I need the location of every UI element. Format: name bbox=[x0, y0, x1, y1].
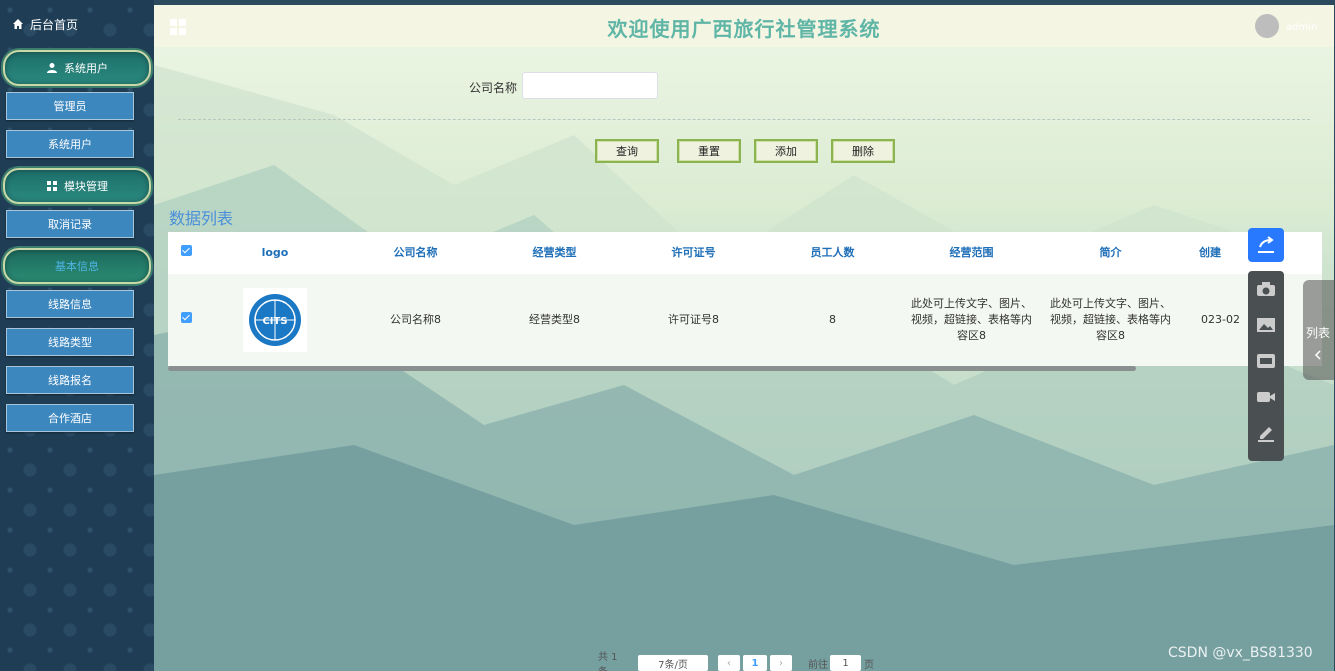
query-button[interactable]: 查询 bbox=[595, 139, 659, 163]
divider bbox=[178, 119, 1310, 120]
sidebar-item-route-signup[interactable]: 线路报名 bbox=[6, 366, 134, 394]
screenshot-toolbar bbox=[1248, 271, 1284, 461]
video-camera-icon bbox=[1257, 392, 1275, 402]
intro-cell: 此处可上传文字、图片、视频，超链接、表格等内容区8 bbox=[1050, 297, 1171, 342]
sidebar-item-system-users[interactable]: 系统用户 bbox=[6, 130, 134, 158]
menu-group-system-users[interactable]: 系统用户 bbox=[3, 50, 151, 86]
sidebar-item-partner-hotels[interactable]: 合作酒店 bbox=[6, 404, 134, 432]
share-button[interactable] bbox=[1248, 228, 1284, 262]
data-table: logo 公司名称 经营类型 许可证号 员工人数 经营范围 简介 创建 作 CI… bbox=[168, 232, 1322, 371]
created-cell: 023-02 bbox=[1201, 313, 1240, 326]
type-cell: 经营类型8 bbox=[529, 313, 580, 326]
col-header-scope: 经营范围 bbox=[949, 246, 994, 259]
staff-cell: 8 bbox=[829, 313, 836, 326]
col-header-created: 创建 bbox=[1199, 246, 1221, 259]
avatar[interactable] bbox=[1255, 14, 1279, 38]
page-title: 欢迎使用广西旅行社管理系统 bbox=[607, 17, 881, 41]
username[interactable]: admin bbox=[1286, 22, 1317, 33]
col-header-logo: logo bbox=[261, 246, 289, 259]
image-tool[interactable] bbox=[1248, 307, 1284, 343]
list-title: 数据列表 bbox=[169, 209, 234, 228]
goto-label: 前往 bbox=[808, 659, 828, 671]
menu-group-module-management[interactable]: 模块管理 bbox=[3, 168, 151, 204]
col-header-type: 经营类型 bbox=[532, 246, 577, 259]
sidebar-item-route-type[interactable]: 线路类型 bbox=[6, 328, 134, 356]
reset-button[interactable]: 重置 bbox=[677, 139, 741, 163]
pagination: 共 1 条 7条/页 ‹ 1 › 前往 1 页 bbox=[154, 652, 1334, 671]
user-icon bbox=[47, 63, 57, 73]
company-cell: 公司名称8 bbox=[390, 313, 441, 326]
select-all-cell bbox=[168, 245, 204, 261]
license-cell: 许可证号8 bbox=[668, 313, 719, 326]
sidebar-home-link[interactable]: 后台首页 bbox=[0, 0, 154, 48]
watermark: CSDN @vx_BS81330 bbox=[1168, 645, 1313, 661]
goto-input[interactable]: 1 bbox=[830, 655, 861, 671]
share-icon bbox=[1258, 236, 1274, 253]
video-tool[interactable] bbox=[1248, 379, 1284, 415]
cits-logo-icon: CITS bbox=[249, 294, 301, 346]
page-unit-label: 页 bbox=[864, 659, 874, 671]
page-number-current[interactable]: 1 bbox=[743, 655, 767, 671]
home-label: 后台首页 bbox=[30, 17, 79, 32]
chevron-left-icon bbox=[1314, 350, 1321, 360]
table-row[interactable]: CITS 公司名称8 经营类型8 许可证号8 8 此处可上传文字、图片、视频，超… bbox=[168, 274, 1322, 366]
main-content: 欢迎使用广西旅行社管理系统 admin 公司名称 查询 重置 添加 删除 数据列… bbox=[154, 5, 1334, 671]
image-icon bbox=[1257, 318, 1275, 332]
add-button[interactable]: 添加 bbox=[754, 139, 818, 163]
pen-icon bbox=[1258, 427, 1274, 442]
pagination-total: 共 1 条 bbox=[598, 652, 618, 671]
gif-tool[interactable] bbox=[1248, 343, 1284, 379]
grid-icon bbox=[47, 181, 57, 191]
top-header: 欢迎使用广西旅行社管理系统 admin bbox=[154, 5, 1334, 47]
select-all-checkbox[interactable] bbox=[180, 245, 192, 256]
sidebar-item-cancel-records[interactable]: 取消记录 bbox=[6, 210, 134, 238]
next-page-button[interactable]: › bbox=[770, 655, 792, 671]
pen-tool[interactable] bbox=[1248, 415, 1284, 451]
table-header: logo 公司名称 经营类型 许可证号 员工人数 经营范围 简介 创建 作 bbox=[168, 232, 1322, 274]
horizontal-scrollbar[interactable] bbox=[168, 366, 1136, 371]
menu-group-label: 模块管理 bbox=[64, 180, 108, 193]
search-label: 公司名称 bbox=[469, 81, 518, 95]
camera-icon bbox=[1257, 282, 1275, 296]
sidebar-item-admin[interactable]: 管理员 bbox=[6, 92, 134, 120]
col-header-staff: 员工人数 bbox=[810, 246, 855, 259]
search-input[interactable] bbox=[522, 72, 658, 99]
col-header-license: 许可证号 bbox=[671, 246, 716, 259]
menu-group-basic-info[interactable]: 基本信息 bbox=[3, 248, 151, 284]
home-icon bbox=[13, 19, 23, 29]
menu-group-label: 基本信息 bbox=[55, 260, 99, 273]
logo-cell: CITS bbox=[204, 288, 346, 352]
delete-button[interactable]: 删除 bbox=[831, 139, 895, 163]
side-list-tab[interactable]: 列表 bbox=[1303, 280, 1335, 380]
company-logo: CITS bbox=[243, 288, 307, 352]
side-tab-label: 列表 bbox=[1306, 326, 1331, 340]
sidebar: 后台首页 系统用户 管理员 系统用户 模块管理 取消记录 基本信息 线路信息 线… bbox=[0, 0, 154, 671]
col-header-intro: 简介 bbox=[1099, 246, 1122, 259]
logo-text: CITS bbox=[262, 316, 287, 327]
gif-icon bbox=[1257, 354, 1275, 368]
camera-tool[interactable] bbox=[1248, 271, 1284, 307]
menu-group-label: 系统用户 bbox=[64, 62, 108, 75]
prev-page-button[interactable]: ‹ bbox=[718, 655, 740, 671]
page-size-select[interactable]: 7条/页 bbox=[638, 655, 708, 671]
sidebar-item-route-info[interactable]: 线路信息 bbox=[6, 290, 134, 318]
scope-cell: 此处可上传文字、图片、视频，超链接、表格等内容区8 bbox=[911, 297, 1032, 342]
row-checkbox[interactable] bbox=[180, 312, 192, 323]
col-header-company: 公司名称 bbox=[393, 246, 438, 259]
row-select-cell bbox=[168, 312, 204, 328]
